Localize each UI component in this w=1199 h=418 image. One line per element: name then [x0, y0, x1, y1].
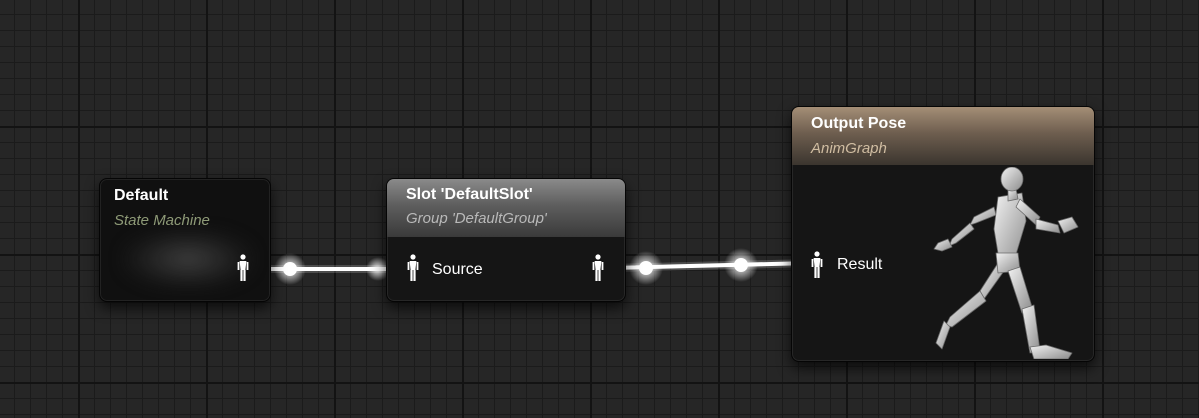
state-machine-preview: [120, 227, 256, 291]
node-header: Output Pose AnimGraph: [792, 107, 1094, 165]
pose-output-pin-icon[interactable]: [592, 254, 604, 282]
source-pin-label: Source: [432, 261, 483, 278]
state-machine-node-default[interactable]: Default State Machine: [99, 178, 271, 302]
wire-flow-knot: [734, 258, 748, 272]
node-title: Output Pose: [811, 115, 907, 132]
node-header: Slot 'DefaultSlot' Group 'DefaultGroup': [387, 179, 625, 237]
pose-input-pin-icon[interactable]: [407, 254, 419, 282]
pose-input-pin-icon[interactable]: [811, 251, 823, 279]
node-title: Slot 'DefaultSlot': [406, 186, 533, 203]
wire-slot-to-result[interactable]: [608, 248, 814, 285]
wire-flow-knot: [283, 262, 297, 276]
slot-node-defaultslot[interactable]: Slot 'DefaultSlot' Group 'DefaultGroup' …: [386, 178, 626, 302]
wire-flow-knot: [639, 261, 653, 275]
node-title: Default: [114, 187, 169, 204]
node-header: Default State Machine: [114, 187, 210, 229]
running-mannequin-icon: [922, 166, 1092, 360]
node-subtitle: Group 'DefaultGroup': [406, 210, 547, 227]
wire-default-to-source[interactable]: [252, 253, 404, 285]
pose-output-pin-icon[interactable]: [237, 254, 249, 282]
output-pose-node[interactable]: Output Pose AnimGraph Result: [791, 106, 1095, 362]
anim-graph-canvas[interactable]: Default State Machine Slot 'DefaultSlot'…: [0, 0, 1199, 418]
result-pin-label: Result: [837, 256, 883, 273]
node-subtitle: AnimGraph: [811, 140, 887, 157]
node-subtitle: State Machine: [114, 212, 210, 229]
